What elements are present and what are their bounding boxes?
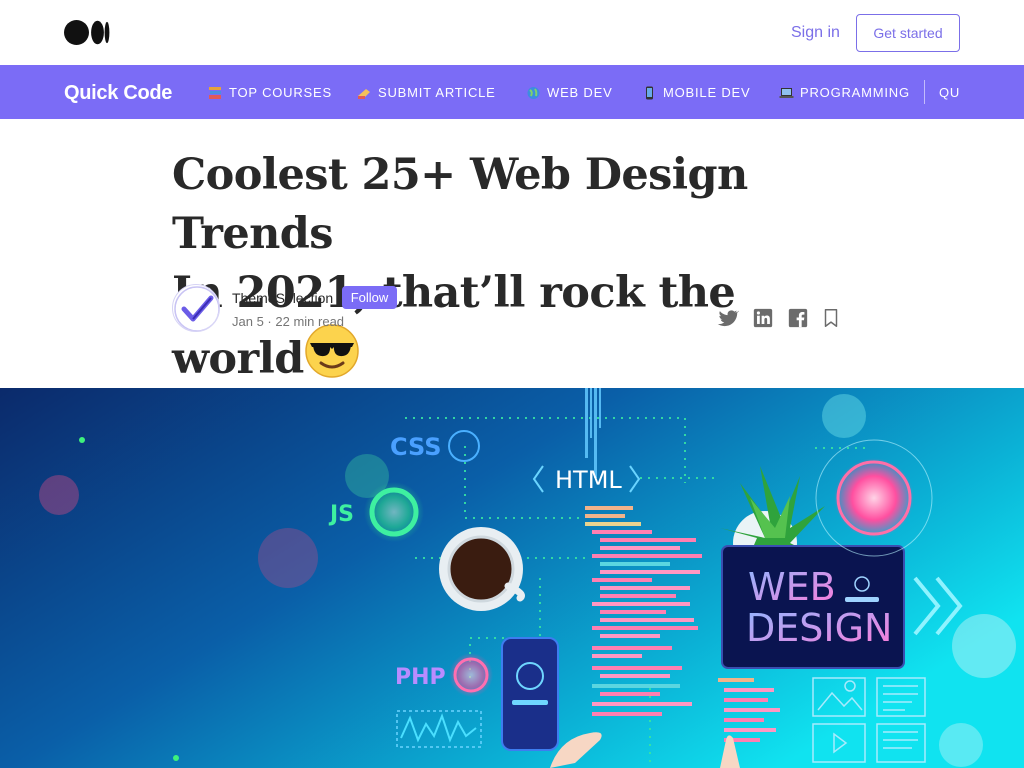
hero-image: CSS HTML JS PHP WEB DESIGN xyxy=(0,388,1024,768)
nav-item-label: TOP COURSES xyxy=(229,85,332,100)
smiling-face-with-sunglasses-icon xyxy=(305,324,359,378)
bookmark-icon[interactable] xyxy=(821,307,841,329)
web-design-monitor: WEB DESIGN xyxy=(721,545,905,669)
nav-item-label: PROGRAMMING xyxy=(800,85,910,100)
meta-separator: · xyxy=(263,314,276,329)
coffee-cup-icon xyxy=(439,527,525,611)
themeselection-logo-icon xyxy=(174,286,219,331)
get-started-button[interactable]: Get started xyxy=(856,14,960,52)
nav-item-top-courses[interactable]: TOP COURSES xyxy=(208,85,332,100)
globe-icon xyxy=(527,86,540,99)
nav-item-label: MOBILE DEV xyxy=(663,85,751,100)
nav-divider xyxy=(924,80,925,104)
mobile-phone-icon xyxy=(646,86,653,99)
hero-html-label: HTML xyxy=(555,466,622,494)
hero-design-label: DESIGN xyxy=(746,606,892,650)
hero-js-label: JS xyxy=(328,502,354,527)
laptop-icon xyxy=(779,87,794,98)
publish-date: Jan 5 xyxy=(232,314,264,329)
nav-item-label: QU xyxy=(939,85,961,100)
nav-item-label: SUBMIT ARTICLE xyxy=(378,85,496,100)
linkedin-icon[interactable] xyxy=(752,307,774,329)
nav-item-web-dev[interactable]: WEB DEV xyxy=(526,85,613,100)
follow-button[interactable]: Follow xyxy=(342,286,397,309)
nav-item-programming[interactable]: PROGRAMMING xyxy=(779,85,910,100)
nav-item-mobile-dev[interactable]: MOBILE DEV xyxy=(642,85,750,100)
hero-css-label: CSS xyxy=(390,433,442,461)
article-title-line1: Coolest 25+ Web Design Trends xyxy=(172,150,748,259)
sign-in-link[interactable]: Sign in xyxy=(791,24,840,42)
read-time: 22 min read xyxy=(275,314,345,329)
author-name[interactable]: ThemeSelection xyxy=(232,290,333,306)
publication-name[interactable]: Quick Code xyxy=(64,82,172,105)
hero-php-label: PHP xyxy=(395,665,446,690)
nav-item-truncated[interactable]: QU xyxy=(939,85,960,100)
twitter-icon[interactable] xyxy=(717,307,739,329)
facebook-icon[interactable] xyxy=(787,307,809,329)
web-design-illustration: CSS HTML JS PHP WEB DESIGN xyxy=(0,388,1024,768)
hero-web-label: WEB xyxy=(748,565,836,609)
article-meta: Jan 5 · 22 min read xyxy=(232,314,344,329)
books-icon xyxy=(209,86,221,99)
writing-hand-icon xyxy=(358,88,370,99)
author-avatar[interactable] xyxy=(172,284,220,332)
medium-logo-icon[interactable] xyxy=(64,20,110,45)
top-bar: Sign in Get started xyxy=(0,0,1024,65)
nav-item-submit-article[interactable]: SUBMIT ARTICLE xyxy=(357,85,496,100)
article-title: Coolest 25+ Web Design Trends In 2021, t… xyxy=(172,146,852,389)
smartphone-icon xyxy=(501,637,559,751)
publication-nav-bar: Quick Code TOP COURSES SUBMIT ARTICLE WE… xyxy=(0,65,1024,119)
nav-item-label: WEB DEV xyxy=(547,85,613,100)
